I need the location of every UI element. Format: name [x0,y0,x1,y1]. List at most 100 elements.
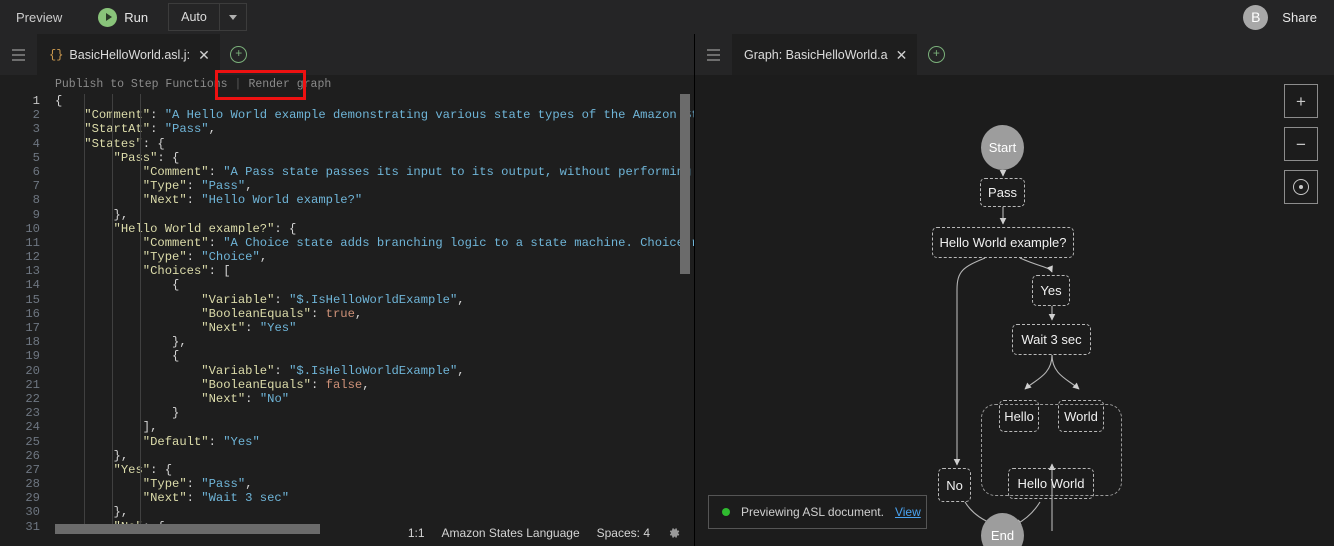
line-number: 16 [0,307,55,321]
line-number: 10 [0,222,55,236]
graph-node-world[interactable]: World [1058,400,1104,432]
code-line: 24 ], [0,420,694,434]
new-editor-tab-button[interactable]: + [220,34,258,75]
gear-icon[interactable] [667,526,681,540]
code-line: 26 }, [0,449,694,463]
avatar[interactable]: B [1243,5,1268,30]
line-number: 30 [0,505,55,519]
code-text: "Yes": { [55,463,172,477]
line-number: 25 [0,435,55,449]
code-line: 7 "Type": "Pass", [0,179,694,193]
graph-node-no[interactable]: No [938,468,971,502]
line-number: 22 [0,392,55,406]
code-text: "Type": "Choice", [55,250,267,264]
line-number: 19 [0,349,55,363]
code-text: "Choices": [ [55,264,231,278]
indentation-setting[interactable]: Spaces: 4 [597,526,650,540]
code-line: 22 "Next": "No" [0,392,694,406]
editor-horizontal-scrollbar[interactable] [55,524,320,534]
line-number: 9 [0,208,55,222]
plus-circle-icon: + [230,46,247,63]
code-text: "States": { [55,137,165,151]
share-button[interactable]: Share [1282,10,1317,25]
code-text: { [55,94,62,108]
play-icon [98,8,117,27]
node-label: End [991,528,1014,543]
hamburger-menu-icon [12,49,25,61]
code-line: 25 "Default": "Yes" [0,435,694,449]
codelens-bar: Publish to Step Functions | Render graph [0,75,694,94]
line-number: 12 [0,250,55,264]
run-mode-select[interactable]: Auto [168,3,247,31]
tab-label: BasicHelloWorld.asl.j: [69,48,190,62]
code-lines: 1{2 "Comment": "A Hello World example de… [0,94,694,534]
graph-tab-label: Graph: BasicHelloWorld.a [744,48,888,62]
graph-menu-button[interactable] [695,34,733,75]
code-line: 10 "Hello World example?": { [0,222,694,236]
editor-group: {} BasicHelloWorld.asl.j: ✕ + Publish to… [0,34,695,546]
run-label: Run [124,10,148,25]
run-button[interactable]: Run [98,8,148,27]
graph-node-wait-3-sec[interactable]: Wait 3 sec [1012,324,1091,355]
code-text: }, [55,208,128,222]
code-line: 30 }, [0,505,694,519]
close-icon[interactable]: ✕ [894,48,910,62]
node-label: No [946,478,963,493]
line-number: 11 [0,236,55,250]
graph-tab-bar: Graph: BasicHelloWorld.a ✕ + [695,34,1334,75]
code-line: 14 { [0,278,694,292]
editor-menu-button[interactable] [0,34,38,75]
zoom-out-button[interactable]: − [1284,127,1318,161]
tab-graph-preview[interactable]: Graph: BasicHelloWorld.a ✕ [733,34,917,75]
zoom-in-button[interactable]: + [1284,84,1318,118]
graph-node-choice[interactable]: Hello World example? [932,227,1074,258]
run-mode-caret-button[interactable] [220,4,246,30]
code-line: 8 "Next": "Hello World example?" [0,193,694,207]
graph-node-start[interactable]: Start [981,125,1024,170]
tab-basichelloworld-asl-json[interactable]: {} BasicHelloWorld.asl.j: ✕ [38,34,220,75]
line-number: 2 [0,108,55,122]
code-text: { [55,278,179,292]
line-number: 7 [0,179,55,193]
language-mode[interactable]: Amazon States Language [442,526,580,540]
line-number: 13 [0,264,55,278]
graph-node-pass[interactable]: Pass [980,178,1025,207]
code-text: "Variable": "$.IsHelloWorldExample", [55,364,465,378]
code-text: "Pass": { [55,151,179,165]
code-text: "Hello World example?": { [55,222,296,236]
code-text: }, [55,335,187,349]
line-number: 28 [0,477,55,491]
graph-node-yes[interactable]: Yes [1032,275,1070,306]
code-line: 18 }, [0,335,694,349]
graph-node-hello[interactable]: Hello [999,400,1039,432]
editor-vertical-scrollbar[interactable] [680,94,690,274]
line-number: 31 [0,520,55,534]
code-text: "BooleanEquals": false, [55,378,370,392]
line-number: 17 [0,321,55,335]
code-line: 15 "Variable": "$.IsHelloWorldExample", [0,293,694,307]
code-text: "Next": "No" [55,392,289,406]
codelens-render-graph-link[interactable]: Render graph [248,78,331,91]
node-label: Wait 3 sec [1021,332,1081,347]
code-text: "Comment": "A Hello World example demons… [55,108,694,122]
cursor-position[interactable]: 1:1 [408,526,425,540]
code-text: "Comment": "A Choice state adds branchin… [55,236,694,250]
new-graph-tab-button[interactable]: + [917,34,955,75]
graph-zoom-controls: + − [1284,84,1318,204]
node-label: World [1064,409,1098,424]
center-graph-button[interactable] [1284,170,1318,204]
code-text: "Comment": "A Pass state passes its inpu… [55,165,694,179]
codelens-publish-link[interactable]: Publish to Step Functions [55,78,228,91]
code-editor[interactable]: 1{2 "Comment": "A Hello World example de… [0,94,694,534]
code-line: 6 "Comment": "A Pass state passes its in… [0,165,694,179]
state-machine-graph-canvas[interactable]: Start Pass Hello World example? Yes Wait… [695,75,1334,546]
code-line: 4 "States": { [0,137,694,151]
code-line: 3 "StartAt": "Pass", [0,122,694,136]
line-number: 20 [0,364,55,378]
graph-node-hello-world[interactable]: Hello World [1008,468,1094,499]
view-link[interactable]: View [895,505,921,519]
code-text: { [55,349,179,363]
code-line: 11 "Comment": "A Choice state adds branc… [0,236,694,250]
close-icon[interactable]: ✕ [196,48,212,62]
code-line: 20 "Variable": "$.IsHelloWorldExample", [0,364,694,378]
